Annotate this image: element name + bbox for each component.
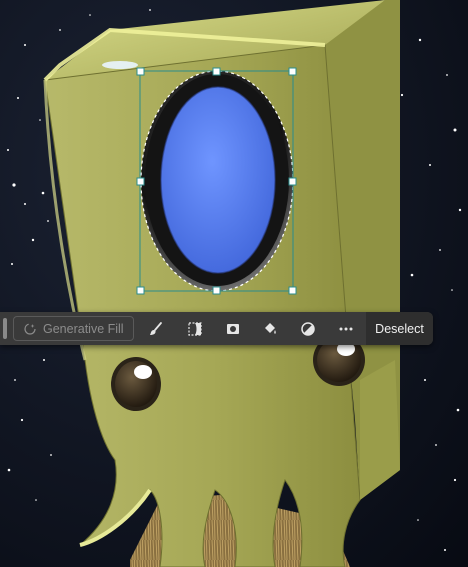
generative-fill-label: Generative Fill: [43, 321, 124, 336]
more-icon: [339, 327, 353, 331]
left-eye: [111, 357, 161, 411]
select-subject-icon: [188, 322, 202, 336]
brush-icon: [150, 322, 162, 335]
handle-middle-left[interactable]: [136, 177, 145, 186]
handle-bottom-left[interactable]: [136, 286, 145, 295]
handle-top-middle[interactable]: [212, 67, 221, 76]
adjustment-icon: [301, 322, 315, 336]
brush-tool-button[interactable]: [146, 319, 166, 339]
handle-top-left[interactable]: [136, 67, 145, 76]
deselect-button[interactable]: Deselect: [366, 312, 433, 345]
fill-bucket-icon: [265, 323, 276, 334]
generative-fill-icon: [24, 322, 36, 335]
more-options-button[interactable]: [336, 319, 356, 339]
blue-eye-layer[interactable]: [141, 71, 293, 291]
adjustment-button[interactable]: [298, 319, 318, 339]
contextual-task-bar: Generative Fill Deselect: [0, 312, 433, 345]
add-mask-button[interactable]: [223, 319, 243, 339]
mask-icon: [227, 324, 239, 334]
drag-handle[interactable]: [3, 318, 7, 339]
handle-top-right[interactable]: [288, 67, 297, 76]
handle-bottom-middle[interactable]: [212, 286, 221, 295]
generative-fill-button[interactable]: Generative Fill: [13, 316, 134, 341]
handle-middle-right[interactable]: [288, 177, 297, 186]
image-canvas[interactable]: [0, 0, 468, 567]
select-subject-button[interactable]: [185, 319, 205, 339]
fill-button[interactable]: [260, 319, 280, 339]
handle-bottom-right[interactable]: [288, 286, 297, 295]
